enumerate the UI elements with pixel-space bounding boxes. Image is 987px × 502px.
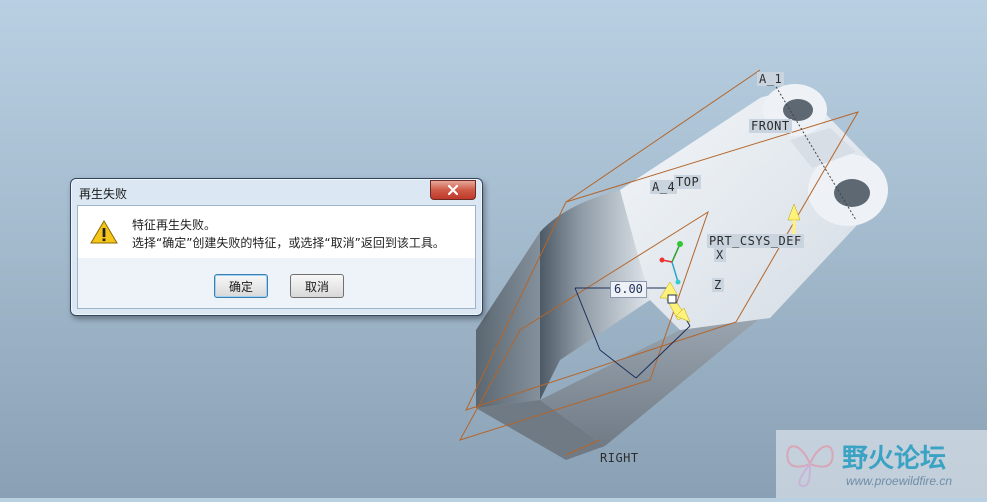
butterfly-logo-icon: [786, 445, 834, 488]
datum-label-top[interactable]: TOP: [674, 175, 702, 189]
datum-label-a1[interactable]: A_1: [757, 72, 785, 86]
dialog-titlebar[interactable]: 再生失败: [71, 179, 482, 205]
dialog-body: 特征再生失败。 选择“确定”创建失败的特征，或选择“取消”返回到该工具。 确定 …: [77, 205, 476, 309]
watermark: 野火论坛 www.proewildfire.cn: [776, 430, 987, 498]
message-line-2: 选择“确定”创建失败的特征，或选择“取消”返回到该工具。: [132, 236, 445, 250]
warning-icon: [90, 220, 118, 244]
datum-label-right[interactable]: RIGHT: [598, 451, 641, 465]
datum-label-z[interactable]: Z: [712, 278, 724, 292]
dimension-value[interactable]: 6.00: [610, 281, 647, 298]
watermark-url: www.proewildfire.cn: [846, 474, 953, 488]
cancel-button[interactable]: 取消: [290, 274, 344, 298]
message-area: 特征再生失败。 选择“确定”创建失败的特征，或选择“取消”返回到该工具。: [78, 206, 475, 258]
datum-label-x[interactable]: X: [714, 248, 726, 262]
datum-label-front[interactable]: FRONT: [749, 119, 792, 133]
close-icon: [447, 184, 459, 196]
ok-button[interactable]: 确定: [214, 274, 268, 298]
watermark-name: 野火论坛: [842, 444, 947, 474]
datum-label-csys[interactable]: PRT_CSYS_DEF: [707, 234, 804, 248]
message-line-1: 特征再生失败。: [132, 218, 217, 232]
close-button[interactable]: [430, 180, 476, 200]
regeneration-failed-dialog: 再生失败 特征再生失败。 选择“确定”创建失败的特征，或选择“取消”返回到该工具…: [70, 178, 483, 316]
dialog-title: 再生失败: [79, 187, 128, 201]
